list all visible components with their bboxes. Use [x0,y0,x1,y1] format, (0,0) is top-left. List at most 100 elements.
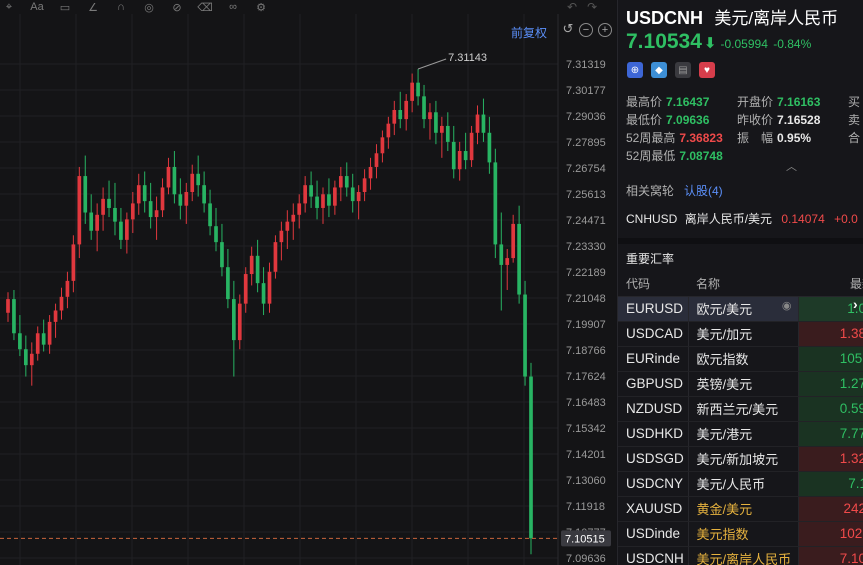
related-instrument[interactable]: CNHUSD 离岸人民币/美元 0.14074 +0.0 [626,210,858,227]
rate-name-text: 英镑/美元 [696,377,753,392]
rate-row[interactable]: USDSGD 美元/新加坡元 1.320 [618,446,863,472]
rate-row[interactable]: USDCNH 美元/离岸人民币 7.105 [618,546,863,565]
col-code[interactable]: 代码 [618,272,688,297]
rate-latest: 2426 [798,496,863,522]
candle-body [511,223,516,259]
rate-row[interactable]: GBPUSD 英镑/美元 1.277 [618,371,863,397]
candle-body [529,376,533,539]
eye-icon[interactable]: ◎ [142,1,156,14]
watch-icon[interactable]: ◉ [782,299,792,312]
rate-code: USDinde [618,521,689,547]
rate-latest: 105.4 [798,346,863,372]
high-marker-label: 7.31143 [448,52,487,64]
rates-section-title: 重要汇率 [626,252,675,266]
candle-body [523,294,527,377]
chart-panel[interactable]: 7.31319 7.30177 7.29036 7.27895 7.26754 7.256… [0,0,616,565]
sell-label: 卖 [848,113,861,127]
adjust-mode-button[interactable]: 前复权 [511,24,547,41]
candle-body [392,109,397,124]
candle-body [398,109,403,120]
redo-icon[interactable]: ↷ [587,0,607,14]
candle-body [434,112,438,133]
related-name: 离岸人民币/美元 [684,212,773,226]
rate-row[interactable]: USDCAD 美元/加元 1.387 [618,321,863,347]
w52-high-label: 52周最高 [626,131,676,145]
reset-icon[interactable]: ↺ [561,22,575,37]
price-change-pct: -0.84% [773,37,812,51]
rate-row[interactable]: NZDUSD 新西兰元/美元 0.593 [618,396,863,422]
comment-icon[interactable]: ▭ [58,1,72,14]
pencil-icon[interactable]: ∠ [86,1,100,14]
undo-icon[interactable]: ↶ [567,0,587,14]
candle-body [362,178,367,193]
rate-row[interactable]: USDHKD 美元/港元 7.776 [618,421,863,447]
hide-icon[interactable]: ⊘ [170,1,184,14]
candle-body [178,194,183,206]
candle-body [6,299,10,313]
rate-name-text: 美元/离岸人民币 [696,552,792,565]
rate-code: EURinde [618,346,689,372]
candle-body [65,280,70,297]
candle-body [463,151,468,161]
y-tick-label: 7.19907 [566,319,606,331]
rate-name-text: 欧元/美元 [696,302,753,317]
rate-name-text: 黄金/美元 [696,502,753,517]
candle-body [422,96,426,120]
rate-row[interactable]: EURUSD欧元/美元◉1.09 [618,296,863,322]
link-icon[interactable]: ∞ [226,1,240,13]
y-tick-label: 7.29036 [566,111,606,123]
related-symbol: CNHUSD [626,212,678,226]
y-tick-label: 7.13060 [566,475,606,487]
collapse-chevron-icon[interactable]: ︿ [786,158,797,174]
magnet-icon[interactable]: ∩ [114,1,128,13]
candle-body [261,283,266,304]
quote-stats: 最高价 7.16437 开盘价 7.16163 买 最低价 7.09636 昨收价 7.… [626,93,863,165]
y-tick-label: 7.11918 [566,501,605,513]
related-label: 相关窝轮 [626,184,675,198]
note-icon[interactable]: ▤ [675,62,691,78]
y-tick-label: 7.16483 [566,397,606,409]
rate-row[interactable]: USDCNY 美元/人民币 7.11 [618,471,863,497]
col-latest[interactable]: 最新 [798,272,863,297]
rate-name-text: 新西兰元/美元 [696,402,779,417]
candlestick-chart[interactable]: 7.31319 7.30177 7.29036 7.27895 7.26754 7.256… [0,0,616,565]
related-warrants: 相关窝轮 认股(4) [626,182,723,199]
warrants-link[interactable]: 认股(4) [684,184,723,198]
trash-icon[interactable]: ⌫ [197,1,213,14]
candle-body [428,112,432,120]
rate-row[interactable]: USDinde 美元指数 102.5 [618,521,863,547]
text-icon[interactable]: Aa [30,1,44,13]
candle-body [220,242,224,268]
favorite-heart-icon[interactable]: ♥ [699,62,715,78]
col-name[interactable]: 名称 [688,272,798,297]
high-value: 7.16437 [666,95,710,109]
tag-icon[interactable]: ◆ [651,62,667,78]
open-value: 7.16163 [777,95,821,109]
rate-name: 美元/新加坡元 [688,446,799,472]
w52-low-value: 7.08748 [679,149,723,163]
expand-arrow-icon[interactable]: › [853,296,863,318]
globe-icon[interactable]: ⊕ [627,62,643,78]
y-tick-label: 7.21048 [566,293,606,305]
y-tick-label: 7.14201 [566,449,606,461]
candle-body [457,151,462,170]
amplitude-label: 振 幅 [737,131,774,145]
rate-row[interactable]: XAUUSD 黄金/美元 2426 [618,496,863,522]
drawing-toolbar: ⌖ Aa ▭ ∠ ∩ ◎ ⊘ ⌫ ∞ ⚙ [0,0,268,14]
cursor-icon[interactable]: ⌖ [2,1,16,13]
zoom-in-icon[interactable]: + [598,23,612,37]
candle-body [35,333,40,354]
zoom-out-icon[interactable]: − [579,23,593,37]
candle-body [469,132,474,161]
y-tick-label: 7.30177 [566,85,606,97]
candle-body [41,333,46,345]
candle-body [59,296,64,311]
candle-body [445,125,450,142]
price-row: 7.10534 ⬇ -0.05994 -0.84% [626,30,811,54]
candle-body [172,166,177,195]
rate-row[interactable]: EURinde 欧元指数 105.4 [618,346,863,372]
settings-icon[interactable]: ⚙ [254,1,268,14]
candle-body [202,185,206,204]
candle-body [214,226,218,243]
candle-body [89,212,94,231]
